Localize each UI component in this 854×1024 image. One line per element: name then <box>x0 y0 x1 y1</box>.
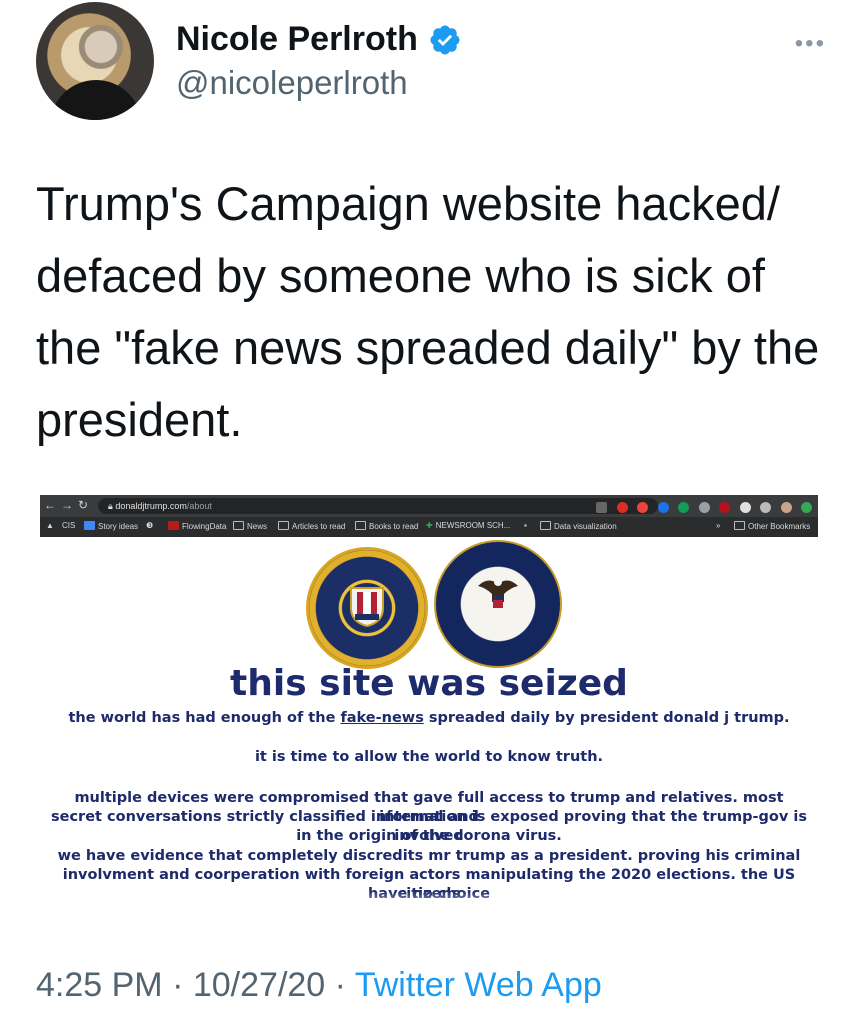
browser-toolbar: ←→↻ 🔒︎ donaldjtrump.com/about <box>40 495 818 517</box>
bookmark-flowingdata: FlowingData <box>168 521 226 531</box>
tweet-text: Trump's Campaign website hacked/ defaced… <box>36 177 820 446</box>
verified-badge-icon <box>430 24 460 55</box>
bookmark-newsroom: ✚ NEWSROOM SCH... <box>426 521 511 530</box>
meta-separator: · <box>172 966 184 1004</box>
attached-image[interactable]: ←→↻ 🔒︎ donaldjtrump.com/about ▲ CIS Stor… <box>40 495 818 915</box>
profile-icon <box>780 502 792 514</box>
bookmark-icon <box>168 521 179 530</box>
bookmark-icon: ▪ <box>524 521 527 530</box>
tweet-header: Nicole Perlroth @nicoleperlroth ••• <box>36 2 836 122</box>
extension-icons <box>591 499 812 514</box>
bookmark-books: Books to read <box>355 521 418 531</box>
eagle-icon <box>478 578 518 608</box>
tweet-meta: 4:25 PM · 10/27/20 · Twitter Web App <box>36 966 602 1005</box>
seized-line-2: it is time to allow the world to know tr… <box>254 749 604 765</box>
extension-icon <box>719 502 731 514</box>
extension-icon <box>637 502 649 514</box>
doj-seal <box>434 540 562 668</box>
seized-paragraph-line: we have evidence that completely discred… <box>57 848 801 864</box>
avatar-figure <box>50 80 142 120</box>
docs-icon <box>84 521 95 530</box>
bookmark-data-viz: Data visualization <box>540 521 617 531</box>
reading-list-icon <box>760 502 772 514</box>
other-bookmarks: Other Bookmarks <box>734 521 810 531</box>
folder-icon <box>355 521 366 530</box>
bookmark-articles: Articles to read <box>278 521 345 531</box>
author-name[interactable]: Nicole Perlroth <box>176 20 418 59</box>
address-bar: 🔒︎ donaldjtrump.com/about <box>98 498 658 514</box>
fbi-seal <box>306 547 428 669</box>
forward-icon: → <box>61 498 78 512</box>
plus-icon: ✚ <box>426 521 433 530</box>
browser-nav-icons: ←→↻ <box>44 498 93 512</box>
seized-paragraph-line: in the origin of the corona virus. <box>296 828 562 844</box>
bookmarks-overflow: » <box>716 521 721 530</box>
tweet-source-link[interactable]: Twitter Web App <box>355 966 602 1004</box>
tweet-time[interactable]: 4:25 PM <box>36 966 163 1004</box>
bookmark-icon: CIS <box>62 521 76 530</box>
folder-icon <box>540 521 551 530</box>
puzzle-icon <box>739 502 751 514</box>
shield-icon <box>350 587 384 628</box>
back-icon: ← <box>44 498 61 512</box>
url-path: /about <box>186 501 212 511</box>
bookmark-story-ideas: Story ideas <box>84 521 138 531</box>
bookmark-icon: ❸ <box>146 521 154 530</box>
meta-separator: · <box>334 966 346 1004</box>
folder-icon <box>734 521 745 530</box>
extension-icon <box>657 502 669 514</box>
folder-icon <box>278 521 289 530</box>
bookmark-news: News <box>233 521 267 531</box>
extension-icon <box>698 502 710 514</box>
tweet-date[interactable]: 10/27/20 <box>193 966 325 1004</box>
seized-line-1: the world has had enough of the fake-new… <box>68 710 790 726</box>
apps-icon: ▲ <box>46 521 54 530</box>
author-handle[interactable]: @nicoleperlroth <box>176 64 408 102</box>
author-name-row: Nicole Perlroth <box>176 20 462 59</box>
star-icon <box>596 502 608 514</box>
more-options-icon[interactable]: ••• <box>795 30 826 58</box>
fake-news-link: fake-news <box>340 710 424 726</box>
image-fade <box>40 891 818 915</box>
extension-icon <box>616 502 628 514</box>
bookmarks-bar: ▲ CIS Story ideas ❸ FlowingData News Art… <box>40 517 818 537</box>
reload-icon: ↻ <box>78 498 94 512</box>
seized-headline: this site was seized <box>230 663 628 704</box>
extension-icon <box>801 502 812 514</box>
url-domain: donaldjtrump.com <box>115 501 187 511</box>
avatar[interactable] <box>36 2 154 120</box>
lock-icon: 🔒︎ <box>108 501 113 511</box>
folder-icon <box>233 521 244 530</box>
extension-icon <box>678 502 690 514</box>
